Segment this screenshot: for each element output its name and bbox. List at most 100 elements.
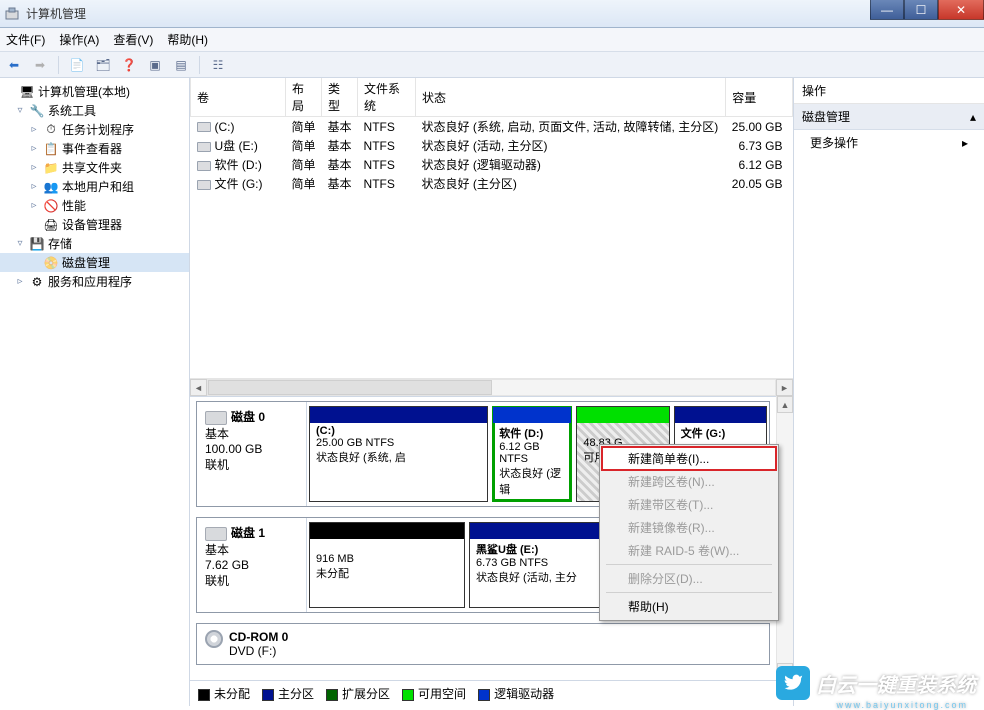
menu-bar: 文件(F) 操作(A) 查看(V) 帮助(H) [0, 28, 984, 52]
more-actions-label: 更多操作 [810, 134, 858, 151]
partition-status: 状态良好 (活动, 主分 [476, 572, 577, 584]
tree-label: 磁盘管理 [62, 254, 110, 271]
table-row[interactable]: 文件 (G:)简单基本NTFS状态良好 (主分区)20.05 GB [191, 174, 793, 193]
menu-delete-partition: 删除分区(D)... [602, 567, 776, 590]
collapse-icon[interactable]: ▴ [970, 110, 976, 124]
scroll-thumb[interactable] [208, 380, 492, 395]
partition-status: 状态良好 (逻辑 [499, 468, 561, 496]
disk-1-info[interactable]: 磁盘 1 基本 7.62 GB 联机 [197, 518, 307, 612]
nav-tree[interactable]: 🖥计算机管理(本地) ▿🔧系统工具 ▹⏱任务计划程序 ▹📋事件查看器 ▹📁共享文… [0, 78, 190, 706]
partition-c[interactable]: (C:) 25.00 GB NTFS 状态良好 (系统, 启 [309, 406, 488, 502]
th-fs[interactable]: 文件系统 [358, 78, 416, 117]
toolbar-icon-4[interactable]: ▣ [145, 55, 165, 75]
menu-help[interactable]: 帮助(H) [602, 595, 776, 618]
tree-label: 存储 [48, 235, 72, 252]
cdrom-icon [205, 630, 223, 648]
legend-label: 主分区 [278, 687, 314, 701]
app-icon [4, 6, 20, 22]
legend-swatch-unallocated [198, 689, 210, 701]
watermark-text: 白云一键重装系统 [816, 669, 976, 698]
partition-title: 黑鲨U盘 (E:) [476, 544, 538, 556]
tree-event-viewer[interactable]: ▹📋事件查看器 [0, 139, 189, 158]
menu-help[interactable]: 帮助(H) [167, 31, 208, 48]
toolbar-icon-5[interactable]: ▤ [171, 55, 191, 75]
legend: 未分配 主分区 扩展分区 可用空间 逻辑驱动器 [190, 680, 793, 706]
toolbar-icon-2[interactable]: 🗂 [93, 55, 113, 75]
legend-label: 逻辑驱动器 [494, 687, 554, 701]
tree-system-tools[interactable]: ▿🔧系统工具 [0, 101, 189, 120]
legend-swatch-logical [478, 689, 490, 701]
tree-services-apps[interactable]: ▹⚙服务和应用程序 [0, 272, 189, 291]
tree-label: 设备管理器 [62, 216, 122, 233]
menu-new-simple-volume[interactable]: 新建简单卷(I)... [602, 447, 776, 470]
th-volume[interactable]: 卷 [191, 78, 286, 117]
legend-swatch-free [402, 689, 414, 701]
scroll-left-arrow[interactable]: ◄ [190, 379, 207, 396]
horizontal-scrollbar[interactable]: ◄ ► [190, 378, 793, 396]
disk-status: 联机 [205, 572, 298, 589]
disk-0-info[interactable]: 磁盘 0 基本 100.00 GB 联机 [197, 402, 307, 506]
table-row[interactable]: U盘 (E:)简单基本NTFS状态良好 (活动, 主分区)6.73 GB [191, 136, 793, 155]
partition-d[interactable]: 软件 (D:) 6.12 GB NTFS 状态良好 (逻辑 [492, 406, 572, 502]
menu-new-raid5-volume: 新建 RAID-5 卷(W)... [602, 539, 776, 562]
partition-size: 25.00 GB NTFS [316, 437, 394, 449]
menu-view[interactable]: 查看(V) [113, 31, 153, 48]
tree-root[interactable]: 🖥计算机管理(本地) [0, 82, 189, 101]
partition-title: (C:) [316, 425, 335, 437]
partition-size: 6.73 GB NTFS [476, 557, 548, 569]
tree-storage[interactable]: ▿💾存储 [0, 234, 189, 253]
tree-shared-folders[interactable]: ▹📁共享文件夹 [0, 158, 189, 177]
scroll-up-arrow[interactable]: ▲ [777, 396, 793, 413]
menu-file[interactable]: 文件(F) [6, 31, 45, 48]
disk-status: 联机 [205, 456, 298, 473]
th-type[interactable]: 类型 [322, 78, 358, 117]
scroll-right-arrow[interactable]: ► [776, 379, 793, 396]
disk-name: 磁盘 0 [231, 410, 265, 424]
toolbar-icon-1[interactable]: 📄 [67, 55, 87, 75]
partition-size: 6.12 GB NTFS [499, 441, 539, 465]
close-button[interactable]: ✕ [938, 0, 984, 20]
menu-action[interactable]: 操作(A) [59, 31, 99, 48]
disk-icon [205, 411, 227, 425]
partition-title: 软件 (D:) [499, 428, 543, 440]
disk-size: 7.62 GB [205, 558, 298, 572]
table-row[interactable]: (C:)简单基本NTFS状态良好 (系统, 启动, 页面文件, 活动, 故障转储… [191, 117, 793, 137]
actions-section[interactable]: 磁盘管理 ▴ [794, 104, 984, 130]
tree-task-scheduler[interactable]: ▹⏱任务计划程序 [0, 120, 189, 139]
tree-label: 性能 [62, 197, 86, 214]
th-layout[interactable]: 布局 [286, 78, 322, 117]
minimize-button[interactable]: — [870, 0, 904, 20]
tree-device-manager[interactable]: 🖨设备管理器 [0, 215, 189, 234]
back-button[interactable]: ⬅ [4, 55, 24, 75]
watermark-logo-icon [776, 666, 810, 700]
more-actions[interactable]: 更多操作 ▸ [794, 130, 984, 155]
cdrom-row[interactable]: CD-ROM 0 DVD (F:) [196, 623, 770, 665]
watermark: 白云一键重装系统 www.baiyunxitong.com [776, 666, 976, 700]
legend-label: 未分配 [214, 687, 250, 701]
tree-root-label: 计算机管理(本地) [38, 83, 130, 100]
volume-table[interactable]: 卷 布局 类型 文件系统 状态 容量 (C:)简单基本NTFS状态良好 (系统,… [190, 78, 793, 193]
partition-title: 文件 (G:) [681, 428, 726, 440]
tree-label: 任务计划程序 [62, 121, 134, 138]
toolbar-icon-3[interactable]: ❓ [119, 55, 139, 75]
legend-swatch-primary [262, 689, 274, 701]
partition-unallocated[interactable]: 916 MB 未分配 [309, 522, 465, 608]
th-status[interactable]: 状态 [416, 78, 726, 117]
window-title: 计算机管理 [26, 5, 86, 22]
watermark-url: www.baiyunxitong.com [836, 700, 968, 710]
table-row[interactable]: 软件 (D:)简单基本NTFS状态良好 (逻辑驱动器)6.12 GB [191, 155, 793, 174]
disk-icon [205, 527, 227, 541]
tree-label: 事件查看器 [62, 140, 122, 157]
partition-size: 916 MB [316, 553, 354, 565]
tree-performance[interactable]: ▹🚫性能 [0, 196, 189, 215]
tree-disk-management[interactable]: 📀磁盘管理 [0, 253, 189, 272]
th-capacity[interactable]: 容量 [726, 78, 793, 117]
maximize-button[interactable]: ☐ [904, 0, 938, 20]
toolbar-icon-6[interactable]: ☷ [208, 55, 228, 75]
window-controls: — ☐ ✕ [870, 0, 984, 20]
tree-local-users[interactable]: ▹👥本地用户和组 [0, 177, 189, 196]
tree-label: 本地用户和组 [62, 178, 134, 195]
volume-icon [197, 180, 211, 190]
actions-pane: 操作 磁盘管理 ▴ 更多操作 ▸ [794, 78, 984, 706]
forward-button[interactable]: ➡ [30, 55, 50, 75]
